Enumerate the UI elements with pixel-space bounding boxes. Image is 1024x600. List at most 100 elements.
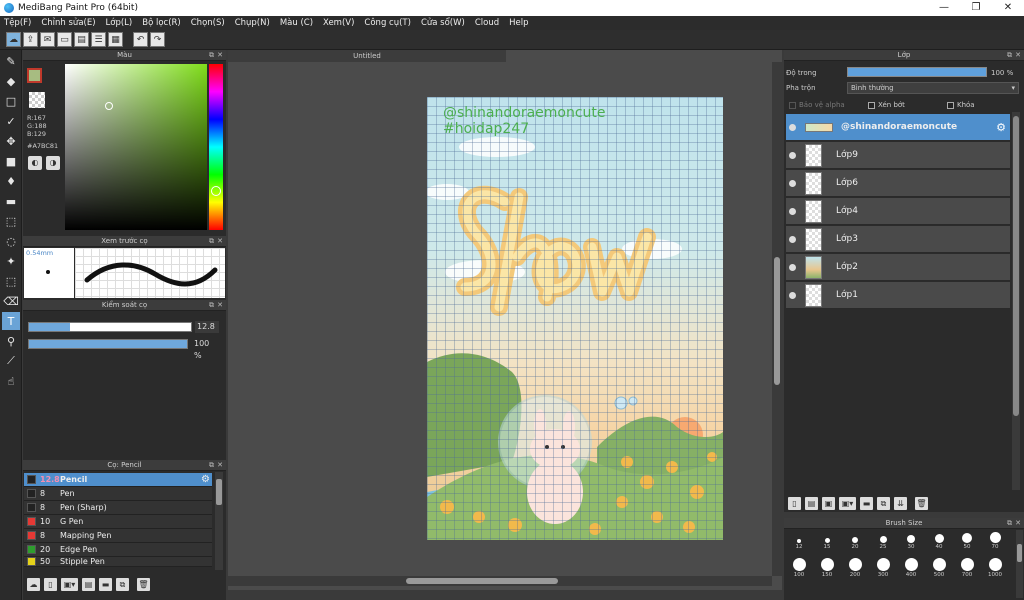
layer-row[interactable]: Lớp9 [786, 142, 1010, 169]
menu-cloud[interactable]: Cloud [475, 18, 499, 28]
menu-layer[interactable]: Lớp(L) [106, 18, 133, 28]
layer-row[interactable]: Lớp1 [786, 282, 1010, 309]
brush-size-option[interactable]: 200 [842, 558, 868, 578]
list-icon[interactable]: ☰ [91, 32, 106, 47]
scroll-thumb[interactable] [774, 257, 780, 385]
brush-size-option[interactable]: 400 [898, 558, 924, 578]
layer-row[interactable]: Lớp6 [786, 170, 1010, 197]
brush-size-scrollbar[interactable] [1016, 530, 1023, 598]
folder-icon[interactable]: ▬ [99, 577, 112, 591]
menu-help[interactable]: Help [509, 18, 528, 28]
menu-select[interactable]: Chọn(S) [191, 18, 225, 28]
move-tool-icon[interactable]: ✥ [2, 132, 20, 150]
text-tool-icon[interactable]: T [2, 312, 20, 330]
scroll-thumb[interactable] [406, 578, 558, 584]
hand-tool-icon[interactable]: ☝ [2, 372, 20, 390]
brush-size-option[interactable]: 12 [786, 532, 812, 550]
eye-icon[interactable] [789, 235, 796, 243]
undock-icon[interactable]: ⧉ [209, 460, 214, 471]
layer-row[interactable]: Lớp2 [786, 254, 1010, 281]
scroll-thumb[interactable] [1013, 116, 1019, 416]
canvas-horizontal-scrollbar[interactable] [228, 576, 772, 586]
brush-size-option[interactable]: 15 [814, 532, 840, 550]
dot-tool-icon[interactable]: □ [2, 92, 20, 110]
close-panel-icon[interactable]: ✕ [1015, 518, 1021, 529]
undock-icon[interactable]: ⧉ [209, 236, 214, 247]
brush-list-scrollbar[interactable] [215, 472, 223, 570]
new-8bit-layer-icon[interactable]: ▣ [822, 496, 835, 510]
brush-size-option[interactable]: 100 [786, 558, 812, 578]
brush-size-option[interactable]: 30 [898, 532, 924, 550]
canvas-vertical-scrollbar[interactable] [772, 62, 782, 576]
close-panel-icon[interactable]: ✕ [217, 50, 223, 61]
brush-size-option[interactable]: 40 [926, 532, 952, 550]
speech-bubble-icon[interactable]: ▭ [57, 32, 72, 47]
menu-color[interactable]: Màu (C) [280, 18, 313, 28]
undock-icon[interactable]: ⧉ [209, 50, 214, 61]
gradient-tool-icon[interactable]: ▬ [2, 192, 20, 210]
eye-icon[interactable] [789, 291, 796, 299]
blend-mode-select[interactable]: Bình thường ▾ [847, 82, 1019, 94]
brush-size-option[interactable]: 300 [870, 558, 896, 578]
layer-row[interactable]: Lớp4 [786, 198, 1010, 225]
operation-tool-icon[interactable]: ⚲ [2, 332, 20, 350]
grid-icon[interactable]: ▦ [108, 32, 123, 47]
eye-icon[interactable] [789, 151, 796, 159]
clipping-checkbox[interactable]: Xén bớt [868, 98, 905, 112]
shape-fill-icon[interactable]: ■ [2, 152, 20, 170]
eye-icon[interactable] [789, 123, 796, 131]
brush-size-option[interactable]: 1000 [982, 558, 1008, 578]
bucket-tool-icon[interactable]: ♦ [2, 172, 20, 190]
undock-icon[interactable]: ⧉ [1007, 50, 1012, 61]
merge-layer-icon[interactable]: ⇊ [894, 496, 907, 510]
magic-wand-icon[interactable]: ✦ [2, 252, 20, 270]
eye-icon[interactable] [789, 179, 796, 187]
trash-icon[interactable]: 🗑 [137, 577, 150, 591]
scroll-thumb[interactable] [1017, 544, 1022, 562]
document-tab[interactable]: Untitled [228, 50, 506, 62]
close-panel-icon[interactable]: ✕ [217, 236, 223, 247]
comment-icon[interactable]: ✉ [40, 32, 55, 47]
minimize-button[interactable]: — [928, 0, 960, 16]
transparent-color-swatch[interactable] [29, 92, 45, 108]
brush-tool-icon[interactable]: ✎ [2, 52, 20, 70]
eye-icon[interactable] [789, 207, 796, 215]
alpha-protect-checkbox[interactable]: Bảo vệ alpha [789, 98, 845, 112]
brush-item-pen[interactable]: 8 Pen [24, 487, 212, 501]
brush-size-option[interactable]: 150 [814, 558, 840, 578]
add-layer-dropdown-icon[interactable]: ▣▾ [839, 496, 856, 510]
eyedropper-icon[interactable]: ⟋ [2, 352, 20, 370]
new-brush-icon[interactable]: ▯ [44, 577, 57, 591]
brush-size-option[interactable]: 20 [842, 532, 868, 550]
duplicate-icon[interactable]: ⧉ [116, 577, 129, 591]
hue-slider[interactable] [209, 64, 223, 230]
eraser-tool-icon[interactable]: ◆ [2, 72, 20, 90]
brush-item-stipple-pen[interactable]: 50 Stipple Pen [24, 557, 212, 567]
brush-item-mapping-pen[interactable]: 8 Mapping Pen [24, 529, 212, 543]
menu-filter[interactable]: Bộ lọc(R) [142, 18, 181, 28]
saturation-value-picker[interactable] [65, 64, 207, 230]
brush-size-option[interactable]: 500 [926, 558, 952, 578]
gear-icon[interactable]: ⚙ [996, 121, 1006, 134]
select-eraser-icon[interactable]: ⌫ [2, 292, 20, 310]
gear-icon[interactable]: ⚙ [201, 474, 210, 485]
cloud-icon[interactable]: ☁ [6, 32, 21, 47]
maximize-button[interactable]: ❐ [960, 0, 992, 16]
brush-item-pen-sharp[interactable]: 8 Pen (Sharp) [24, 501, 212, 515]
trash-icon[interactable]: 🗑 [915, 496, 928, 510]
brush-item-edge-pen[interactable]: 20 Edge Pen [24, 543, 212, 557]
rect-select-icon[interactable]: ⬚ [2, 212, 20, 230]
close-button[interactable]: ✕ [992, 0, 1024, 16]
cloud-brush-icon[interactable]: ☁ [27, 577, 40, 591]
close-panel-icon[interactable]: ✕ [217, 460, 223, 471]
close-panel-icon[interactable]: ✕ [217, 300, 223, 311]
brush-opacity-slider[interactable] [28, 339, 188, 349]
folder-icon[interactable]: ▬ [860, 496, 873, 510]
brush-settings-icon[interactable]: ▤ [82, 577, 95, 591]
artwork-canvas[interactable]: @shinandoraemoncute #hoidap247 [427, 97, 723, 540]
menu-tools[interactable]: Công cụ(T) [364, 18, 411, 28]
lasso-icon[interactable]: ◌ [2, 232, 20, 250]
undock-icon[interactable]: ⧉ [1007, 518, 1012, 529]
foreground-color-swatch[interactable] [27, 68, 42, 83]
scroll-thumb[interactable] [216, 479, 222, 505]
